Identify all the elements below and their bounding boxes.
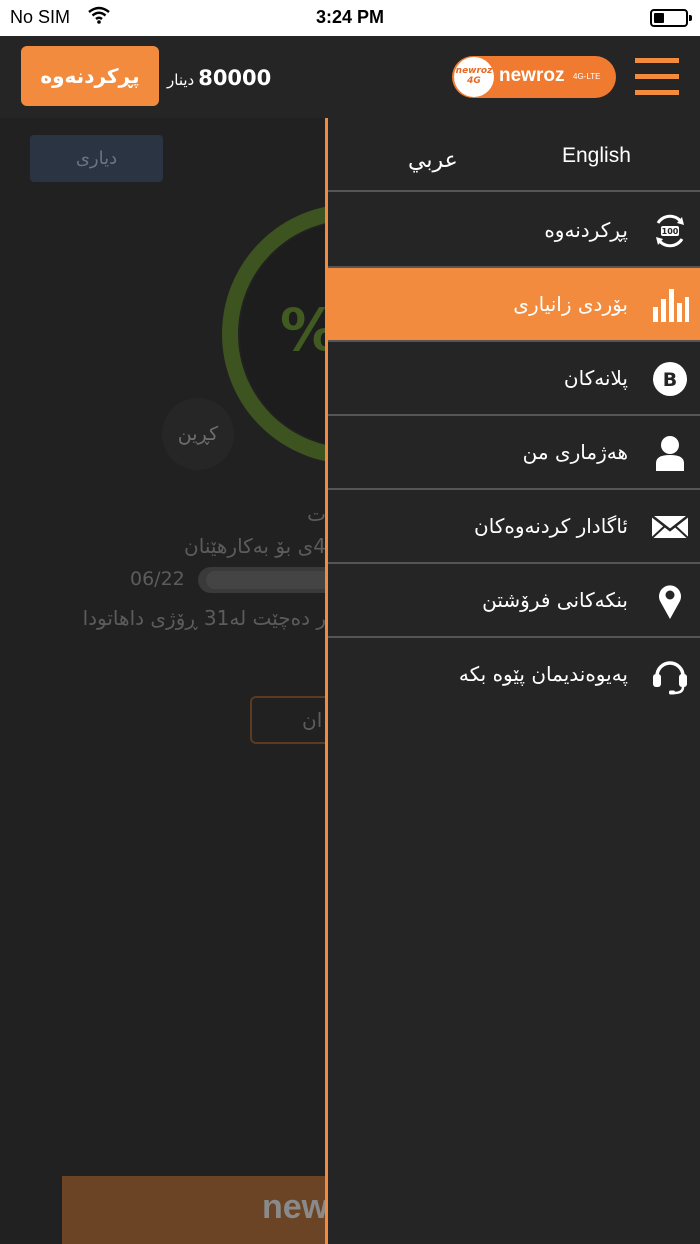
user-icon [650,433,690,473]
logo-badge: newroz 4G [454,57,494,97]
clock: 3:24 PM [315,7,385,27]
hamburger-menu-icon[interactable] [635,58,679,98]
logo-word: newroz [499,65,565,86]
menu-item-label: پەیوەندیمان پێوە بکە [458,662,628,686]
menu-item-notifications[interactable]: ئاگادار کردنەوەکان [328,490,700,564]
usage-text-2: 4ی بۆ بەکارهێنان [184,534,326,558]
footer-logo-text: new [262,1188,326,1226]
menu-item-label: بۆردی زانیاری [513,292,628,316]
expiry-date: 06/22 [130,568,185,590]
plans-button[interactable]: ان [250,696,326,744]
usage-text-1: ت [307,502,326,526]
location-pin-icon [650,581,690,621]
menu-item-sales-points[interactable]: بنکەکانی فرۆشتن [328,564,700,638]
headset-icon [650,655,690,695]
menu-item-label: هەژماری من [522,440,628,464]
usage-progress-bar [198,567,326,593]
gift-button[interactable]: دیاری [30,135,163,182]
newroz-logo: newroz 4G newroz 4G-LTE [452,56,616,98]
svg-text:B: B [663,369,677,391]
app-header: پڕکردنەوە 80000دینار newroz 4G newroz 4G-… [0,36,700,118]
footer-banner[interactable]: new [62,1176,326,1244]
language-switcher: عربي English [328,118,700,192]
menu-item-label: پلانەکان [563,366,628,390]
logo-tag: 4G-LTE [573,72,601,81]
b-circle-icon: B [650,359,690,399]
balance-unit: دینار [167,71,195,89]
balance-display: 80000دینار [167,66,271,90]
menu-item-dashboard[interactable]: بۆردی زانیاری [328,268,700,342]
status-bar: No SIM 3:24 PM [0,0,700,36]
envelope-icon [650,507,690,547]
side-drawer: عربي English پڕکردنەوە 100 بۆردی زانیاری [325,118,700,1244]
usage-percent: % [280,296,326,364]
menu-item-label: بنکەکانی فرۆشتن [482,588,628,612]
menu-item-plans[interactable]: پلانەکان B [328,342,700,416]
language-arabic[interactable]: عربي [408,148,458,173]
usage-text-3: ر دەچێت لە31 ڕۆژی داهاتودا [82,606,326,630]
recharge-button[interactable]: پڕکردنەوە [21,46,159,106]
menu-item-recharge[interactable]: پڕکردنەوە 100 [328,194,700,268]
menu-item-contact-us[interactable]: پەیوەندیمان پێوە بکە [328,638,700,712]
dashboard-content: دیاری % کڕین ت 4ی بۆ بەکارهێنان 06/22 ر … [0,118,326,1244]
language-english[interactable]: English [562,144,631,168]
buy-button[interactable]: کڕین [162,398,234,470]
bar-chart-icon [650,285,690,325]
menu-item-label: پڕکردنەوە [544,218,628,242]
recharge-100-icon: 100 [650,211,690,251]
menu-item-label: ئاگادار کردنەوەکان [474,514,628,538]
svg-text:100: 100 [662,227,679,236]
app-screen: No SIM 3:24 PM پڕکردنەوە 80000دینار newr… [0,0,700,1244]
balance-value: 80000 [198,66,272,90]
menu-item-my-account[interactable]: هەژماری من [328,416,700,490]
battery-icon [650,9,692,27]
